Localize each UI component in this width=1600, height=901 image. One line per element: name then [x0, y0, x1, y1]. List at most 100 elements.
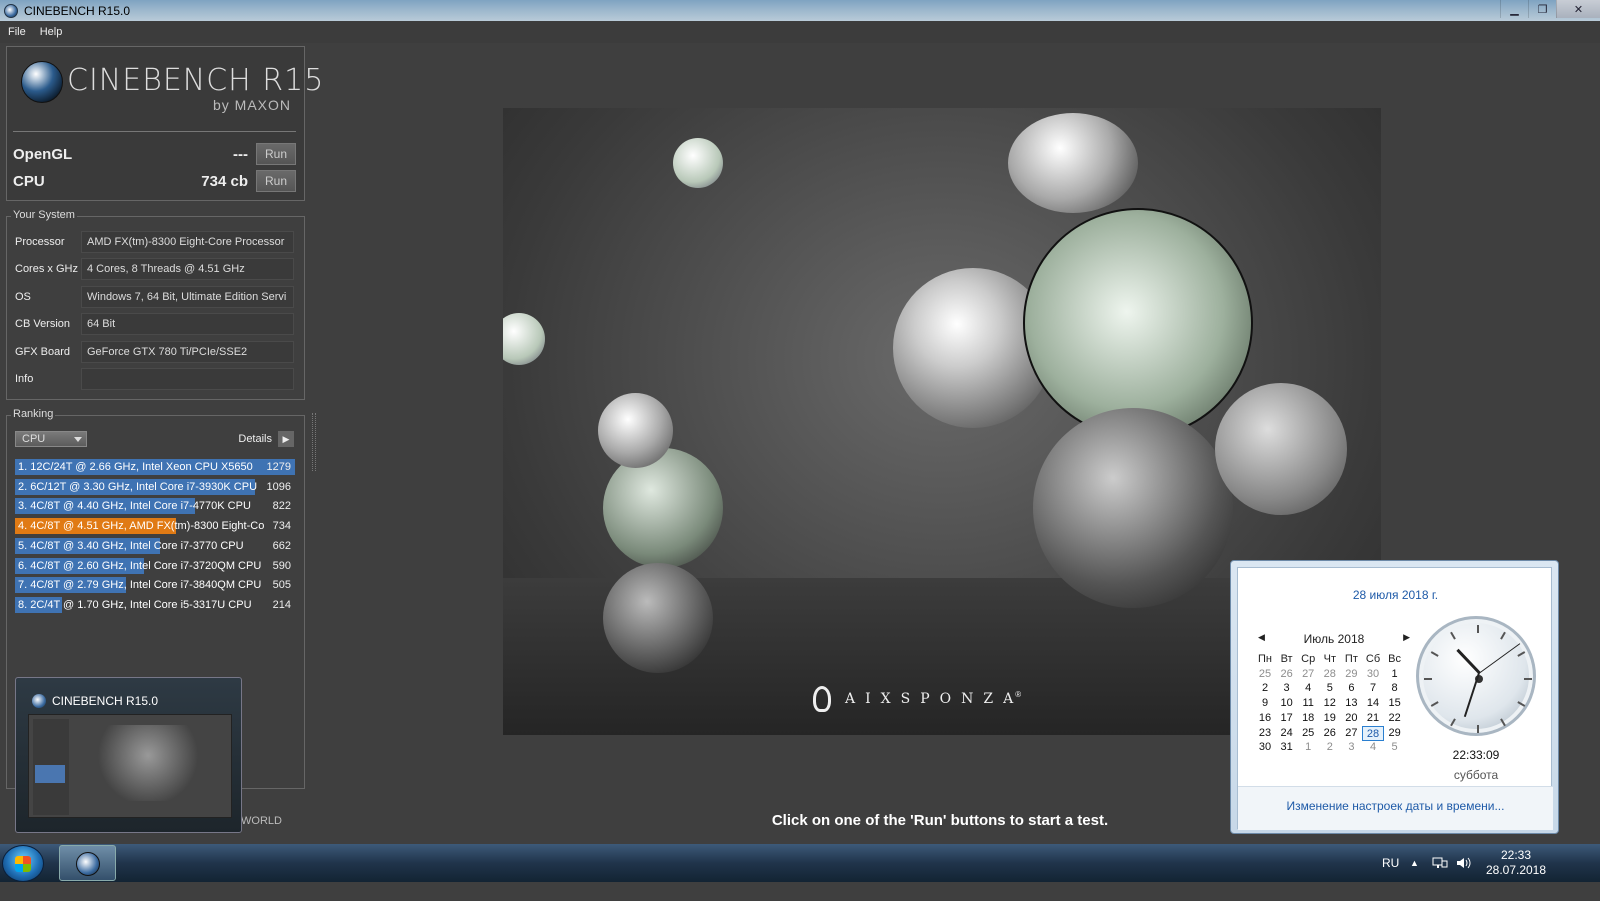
calendar-day[interactable]: 10: [1276, 696, 1298, 711]
calendar-day[interactable]: 13: [1340, 696, 1362, 711]
calendar-day[interactable]: 8: [1384, 681, 1406, 696]
calendar-day[interactable]: 19: [1319, 711, 1341, 726]
system-key: Processor: [15, 236, 65, 248]
ranking-row[interactable]: 6. 4C/8T @ 2.60 GHz, Intel Core i7-3720Q…: [15, 557, 295, 574]
calendar-day[interactable]: 29: [1384, 726, 1406, 741]
ranking-label: 6. 4C/8T @ 2.60 GHz, Intel Core i7-3720Q…: [18, 559, 262, 572]
calendar-full-date[interactable]: 28 июля 2018 г.: [1238, 588, 1553, 602]
taskbar-cinebench[interactable]: [59, 845, 116, 881]
language-indicator[interactable]: RU: [1382, 844, 1399, 882]
show-hidden-icons[interactable]: ▲: [1410, 844, 1419, 882]
ranking-row[interactable]: 3. 4C/8T @ 4.40 GHz, Intel Core i7-4770K…: [15, 498, 295, 515]
ranking-filter-dropdown[interactable]: CPU: [15, 431, 87, 447]
calendar-day[interactable]: 6: [1340, 681, 1362, 696]
calendar-day[interactable]: 4: [1297, 681, 1319, 696]
taskbar-thumbnail-preview[interactable]: CINEBENCH R15.0: [15, 677, 242, 833]
calendar-day[interactable]: 16: [1254, 711, 1276, 726]
ranking-label: 3. 4C/8T @ 4.40 GHz, Intel Core i7-4770K…: [18, 500, 251, 513]
maximize-button[interactable]: ❐: [1528, 0, 1556, 18]
ranking-label: 4. 4C/8T @ 4.51 GHz, AMD FX(tm)-8300 Eig…: [18, 520, 265, 533]
calendar-footer: Изменение настроек даты и времени...: [1238, 786, 1553, 830]
calendar-day[interactable]: 28: [1319, 667, 1341, 682]
ranking-row[interactable]: 1. 12C/24T @ 2.66 GHz, Intel Xeon CPU X5…: [15, 459, 295, 475]
calendar-day[interactable]: 31: [1276, 740, 1298, 755]
menu-help[interactable]: Help: [40, 26, 63, 38]
volume-icon[interactable]: [1456, 844, 1472, 882]
calendar-day[interactable]: 3: [1276, 681, 1298, 696]
thumbnail-title: CINEBENCH R15.0: [52, 694, 159, 708]
calendar-day[interactable]: 4: [1362, 740, 1384, 755]
next-month-icon[interactable]: ▶: [1403, 632, 1410, 643]
ranking-row[interactable]: 7. 4C/8T @ 2.79 GHz, Intel Core i7-3840Q…: [15, 577, 295, 594]
calendar-day[interactable]: 21: [1362, 711, 1384, 726]
calendar-day[interactable]: 25: [1297, 726, 1319, 741]
calendar-day[interactable]: 22: [1384, 711, 1406, 726]
arrow-right-icon[interactable]: ▶: [278, 431, 294, 447]
ranking-row-current[interactable]: 4. 4C/8T @ 4.51 GHz, AMD FX(tm)-8300 Eig…: [15, 518, 295, 535]
calendar-day-today[interactable]: 28: [1362, 725, 1384, 741]
change-date-time-settings-link[interactable]: Изменение настроек даты и времени...: [1238, 787, 1553, 825]
system-value: AMD FX(tm)-8300 Eight-Core Processor: [81, 231, 294, 253]
cinema4d-sphere-icon: [21, 61, 63, 103]
cinebench-logo: CINEBENCH R15 by MAXON: [21, 61, 323, 121]
panel-resize-grip[interactable]: [312, 413, 316, 471]
calendar-day[interactable]: 1: [1384, 667, 1406, 682]
calendar-day[interactable]: 23: [1254, 726, 1276, 741]
ranking-label: 8. 2C/4T @ 1.70 GHz, Intel Core i5-3317U…: [18, 598, 252, 611]
thumbnail-image: [28, 714, 232, 818]
cinebench-app-icon: [76, 852, 100, 876]
menu-file[interactable]: File: [8, 26, 26, 38]
calendar-day[interactable]: 26: [1319, 726, 1341, 741]
calendar-day[interactable]: 17: [1276, 711, 1298, 726]
calendar-day[interactable]: 24: [1276, 726, 1298, 741]
calendar-day[interactable]: 27: [1297, 667, 1319, 682]
network-icon[interactable]: [1432, 844, 1448, 882]
info-field[interactable]: [81, 368, 294, 390]
calendar-day[interactable]: 26: [1276, 667, 1298, 682]
calendar-day[interactable]: 20: [1340, 711, 1362, 726]
cpu-run-button[interactable]: Run: [256, 170, 296, 192]
system-key: CB Version: [15, 318, 71, 330]
start-button[interactable]: [2, 845, 44, 882]
system-row-info: Info: [15, 368, 294, 390]
calendar-day[interactable]: 5: [1384, 740, 1406, 755]
edge-sphere: [503, 313, 545, 365]
world-label: WORLD: [241, 815, 282, 827]
calendar-day[interactable]: 1: [1297, 740, 1319, 755]
calendar-day[interactable]: 30: [1362, 667, 1384, 682]
calendar-day[interactable]: 15: [1384, 696, 1406, 711]
ornament-sphere: [1008, 113, 1138, 213]
tray-clock[interactable]: 22:33 28.07.2018: [1486, 844, 1546, 882]
calendar-day[interactable]: 11: [1297, 696, 1319, 711]
tray-time: 22:33: [1500, 848, 1532, 862]
calendar-day[interactable]: 27: [1340, 726, 1362, 741]
calendar-day[interactable]: 12: [1319, 696, 1341, 711]
ranking-row[interactable]: 2. 6C/12T @ 3.30 GHz, Intel Core i7-3930…: [15, 478, 295, 495]
minimize-button[interactable]: ▁: [1500, 0, 1528, 18]
calendar-day[interactable]: 2: [1254, 681, 1276, 696]
calendar-day[interactable]: 18: [1297, 711, 1319, 726]
close-button[interactable]: ✕: [1556, 0, 1600, 18]
calendar-day[interactable]: 30: [1254, 740, 1276, 755]
tray-date: 28.07.2018: [1485, 863, 1547, 877]
month-title[interactable]: Июль 2018: [1254, 632, 1414, 646]
ranking-row[interactable]: 8. 2C/4T @ 1.70 GHz, Intel Core i5-3317U…: [15, 596, 295, 613]
aixsponza-logo-icon: [813, 686, 831, 712]
system-value: 4 Cores, 8 Threads @ 4.51 GHz: [81, 258, 294, 280]
details-toggle[interactable]: Details ▶: [238, 431, 294, 447]
calendar-day[interactable]: 25: [1254, 667, 1276, 682]
calendar-day[interactable]: 29: [1340, 667, 1362, 682]
calendar-day[interactable]: 3: [1340, 740, 1362, 755]
window-title: CINEBENCH R15.0: [24, 3, 131, 18]
calendar-day[interactable]: 2: [1319, 740, 1341, 755]
ranking-score: 1096: [266, 480, 291, 493]
opengl-run-button[interactable]: Run: [256, 143, 296, 165]
calendar-day[interactable]: 7: [1362, 681, 1384, 696]
grey-sphere: [1215, 383, 1347, 515]
calendar-day[interactable]: 9: [1254, 696, 1276, 711]
ranking-row[interactable]: 5. 4C/8T @ 3.40 GHz, Intel Core i7-3770 …: [15, 537, 295, 554]
calendar-day[interactable]: 5: [1319, 681, 1341, 696]
small-sphere: [598, 393, 673, 468]
calendar-day[interactable]: 14: [1362, 696, 1384, 711]
clock-tick: [1424, 678, 1432, 680]
